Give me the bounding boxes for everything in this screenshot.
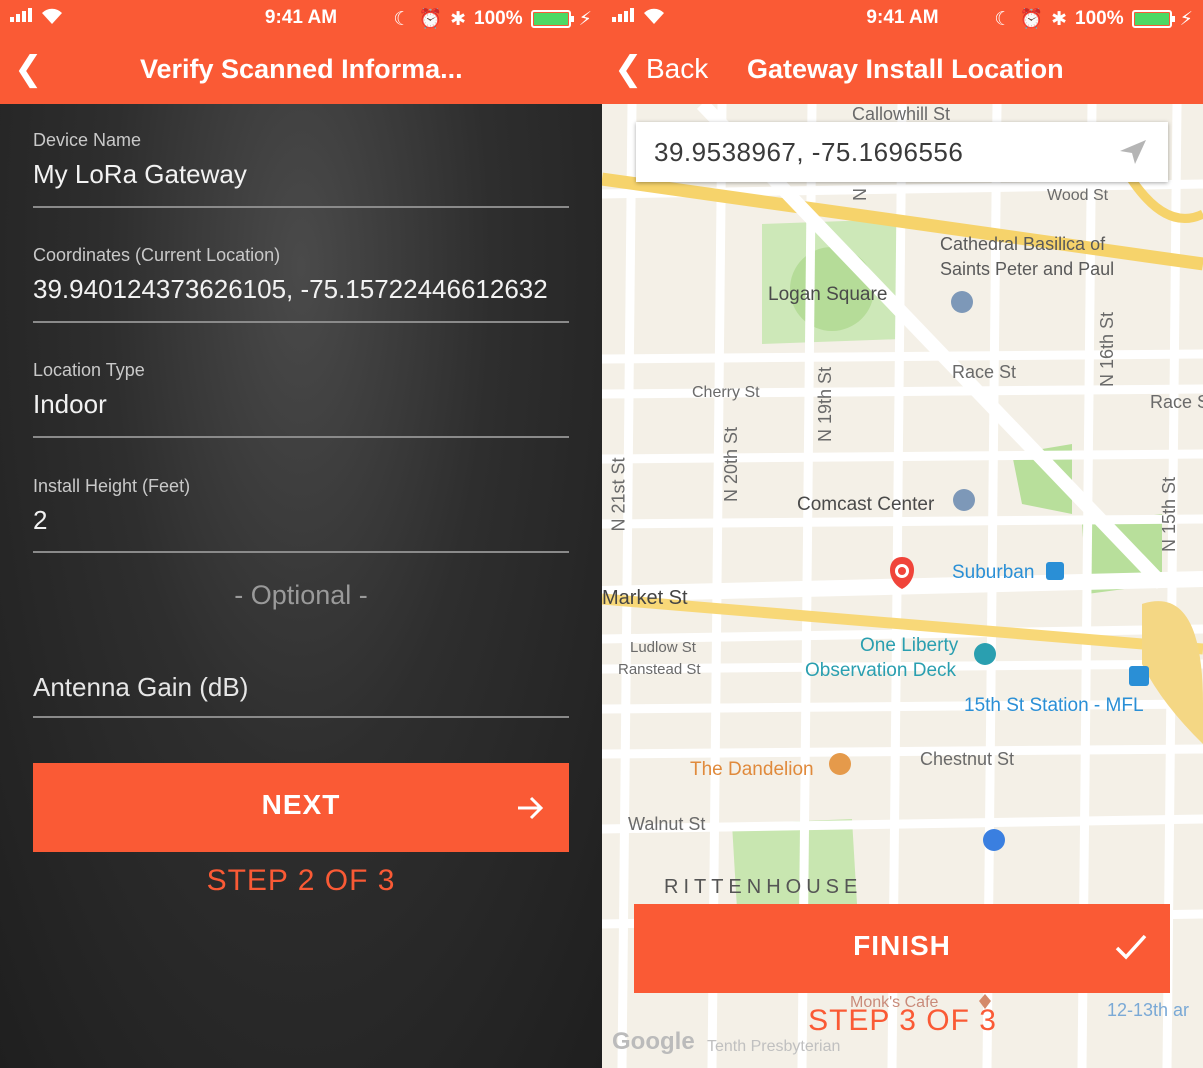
status-bar: 9:41 AM ☾ ⏰ ✱ 100% ⚡ — [602, 0, 1203, 36]
location-search-value: 39.9538967, -75.1696556 — [654, 137, 964, 167]
device-name-field[interactable]: Device Name My LoRa Gateway — [33, 130, 569, 208]
school-icon — [983, 829, 1005, 851]
street-label: Walnut St — [628, 814, 706, 834]
street-label: N 19th St — [815, 366, 836, 443]
moon-icon: ☾ — [393, 8, 411, 30]
field-label: Install Height (Feet) — [33, 476, 191, 496]
next-button[interactable]: NEXT — [33, 763, 569, 852]
field-value: Indoor — [33, 389, 107, 419]
optional-label: - Optional - — [234, 580, 368, 610]
street-label: Race S — [1150, 392, 1203, 412]
street-label: N 20th St — [721, 426, 742, 503]
place-label: Logan Square — [768, 284, 888, 305]
street-label: Ludlow St — [630, 639, 696, 656]
neighborhood-label: RITTENHOUSE — [664, 876, 863, 898]
place-label: 15th St Station - MFL — [964, 695, 1144, 716]
finish-button[interactable]: FINISH — [634, 904, 1170, 993]
attraction-icon — [974, 643, 996, 665]
street-label: N 16th St — [1097, 311, 1118, 388]
install-height-field[interactable]: Install Height (Feet) 2 — [33, 476, 569, 553]
place-label: Cathedral Basilica of — [940, 234, 1106, 254]
place-label: Observation Deck — [805, 660, 957, 681]
status-bar: 9:41 AM ☾ ⏰ ✱ 100% ⚡ — [0, 0, 602, 36]
back-button[interactable]: Back — [646, 53, 708, 85]
street-label: Ranstead St — [618, 661, 701, 678]
field-label: Location Type — [33, 360, 145, 380]
field-label: Coordinates (Current Location) — [33, 245, 281, 265]
place-label: Saints Peter and Paul — [940, 259, 1115, 279]
nav-bar: ❮ Back Gateway Install Location — [602, 36, 1203, 104]
field-value: My LoRa Gateway — [33, 159, 247, 189]
field-value: 2 — [33, 505, 48, 535]
navigation-arrow-icon[interactable] — [1118, 138, 1148, 166]
battery-percent: 100% — [474, 8, 523, 29]
page-title: Gateway Install Location — [747, 54, 1064, 84]
battery-icon — [530, 10, 574, 28]
street-label: Cherry St — [692, 384, 760, 401]
checkmark-icon — [1115, 934, 1147, 960]
bluetooth-icon: ✱ — [1051, 8, 1068, 30]
place-label: The Dandelion — [690, 759, 814, 780]
antenna-gain-input[interactable]: Antenna Gain (dB) — [33, 672, 569, 718]
location-type-field[interactable]: Location Type Indoor — [33, 360, 569, 438]
field-label: Device Name — [33, 130, 142, 150]
verify-screen: 9:41 AM ☾ ⏰ ✱ 100% ⚡ ❮ Verify Scanned In… — [0, 0, 602, 1068]
metro-icon — [1129, 666, 1149, 686]
street-label: Wood St — [1047, 187, 1109, 204]
moon-icon: ☾ — [994, 8, 1012, 30]
place-label: One Liberty — [860, 635, 959, 656]
place-label: Tenth Presbyterian — [707, 1038, 841, 1055]
street-label: N 21st St — [608, 457, 629, 532]
place-label: Suburban — [952, 562, 1035, 583]
nav-bar: ❮ Verify Scanned Informa... — [0, 36, 602, 104]
battery-percent: 100% — [1075, 8, 1124, 29]
street-label: Race St — [952, 362, 1017, 382]
battery-icon — [1131, 10, 1175, 28]
finish-button-label: FINISH — [853, 930, 951, 961]
back-chevron-icon[interactable]: ❮ — [14, 52, 43, 86]
arrow-right-icon — [518, 796, 544, 820]
alarm-icon: ⏰ — [1019, 9, 1044, 30]
next-button-label: NEXT — [261, 789, 341, 820]
field-value: 39.940124373626105, -75.15722446612632 — [33, 274, 548, 304]
location-search-input[interactable]: 39.9538967, -75.1696556 — [636, 122, 1168, 182]
back-chevron-icon[interactable]: ❮ — [614, 52, 643, 86]
coordinates-field[interactable]: Coordinates (Current Location) 39.940124… — [33, 245, 569, 323]
restaurant-icon — [829, 753, 851, 775]
street-label: N — [850, 188, 870, 201]
charging-icon: ⚡ — [578, 8, 592, 30]
street-label: N 15th St — [1159, 476, 1180, 553]
bluetooth-icon: ✱ — [450, 8, 467, 30]
church-icon — [951, 291, 973, 313]
street-label: Market St — [602, 587, 688, 609]
antenna-gain-placeholder: Antenna Gain (dB) — [33, 672, 249, 702]
page-title: Verify Scanned Informa... — [140, 54, 463, 84]
train-icon — [1046, 562, 1064, 580]
step-indicator: STEP 2 OF 3 — [206, 864, 396, 897]
street-label: Chestnut St — [920, 749, 1015, 769]
step-indicator: STEP 3 OF 3 — [808, 1004, 997, 1037]
charging-icon: ⚡ — [1179, 8, 1193, 30]
place-icon — [953, 489, 975, 511]
alarm-icon: ⏰ — [418, 9, 443, 30]
place-label: Comcast Center — [797, 494, 935, 515]
